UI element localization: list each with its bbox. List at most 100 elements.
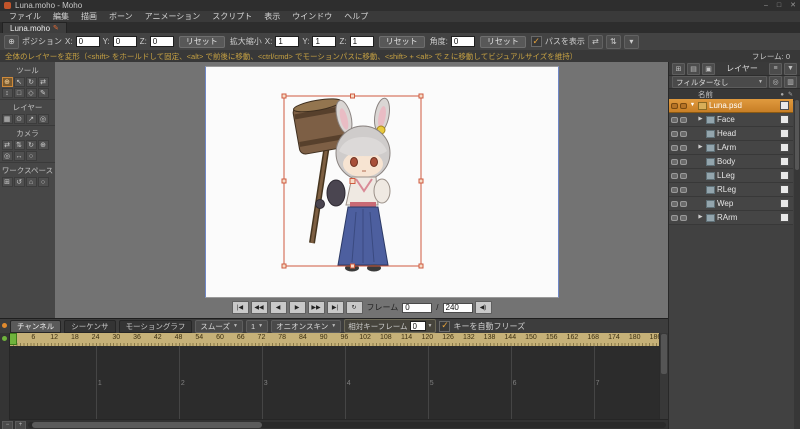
layer-row-wep[interactable]: Wep xyxy=(669,197,793,211)
tab-motion-graph[interactable]: モーショングラフ xyxy=(118,319,193,333)
canvas-area[interactable]: |◀ ◀◀ ◀ ▶ ▶▶ ▶| ↻ フレーム / ◀) xyxy=(55,62,668,318)
tool-button[interactable]: ✎ xyxy=(37,88,49,98)
layer-row-rarm[interactable]: ▶ RArm xyxy=(669,211,793,225)
layer-animation-toggle[interactable] xyxy=(680,214,687,221)
reset-scale-button[interactable]: リセット xyxy=(378,35,425,48)
tool-button[interactable]: ⊕ xyxy=(1,77,13,87)
tool-button[interactable]: ⇅ xyxy=(13,140,25,150)
layer-checkbox[interactable] xyxy=(780,143,789,152)
position-y-input[interactable] xyxy=(112,36,137,47)
new-layer-button[interactable]: ⊞ xyxy=(672,62,685,75)
tool-button[interactable]: ↖ xyxy=(13,77,25,87)
layer-filter-dropdown[interactable]: フィルターなし ▼ xyxy=(672,76,767,88)
layer-animation-toggle[interactable] xyxy=(680,172,687,179)
layer-animation-toggle[interactable] xyxy=(680,186,687,193)
current-frame-input[interactable] xyxy=(402,302,433,313)
scrollbar-handle[interactable] xyxy=(795,100,799,170)
next-keyframe-button[interactable]: ▶| xyxy=(326,301,344,314)
layer-checkbox[interactable] xyxy=(780,199,789,208)
tool-button[interactable]: ↻ xyxy=(25,140,37,150)
menu-item[interactable]: 編集 xyxy=(47,11,75,22)
menu-item[interactable]: 描画 xyxy=(75,11,103,22)
menu-item[interactable]: ファイル xyxy=(3,11,47,22)
tool-button[interactable]: ◎ xyxy=(1,151,13,161)
autofreeze-checkbox[interactable]: ✓ xyxy=(439,320,451,332)
tool-button[interactable]: ⊙ xyxy=(13,114,25,124)
layer-visibility-toggle[interactable] xyxy=(671,158,678,165)
go-to-start-button[interactable]: |◀ xyxy=(231,301,249,314)
current-frame-marker[interactable] xyxy=(9,333,17,345)
layer-expand-arrow[interactable]: ▶ xyxy=(697,214,704,221)
timeline-ruler[interactable]: 6 12 18 24 30 36 42 48 54 60 66 72 78 84 90 96 102 108 114… xyxy=(0,333,660,347)
step-forward-button[interactable]: ▶▶ xyxy=(307,301,325,314)
onion-skin-dropdown[interactable]: オニオンスキン ▼ xyxy=(271,319,342,333)
panel-menu-button[interactable]: ≡ xyxy=(769,62,782,75)
tab-sequencer[interactable]: シーケンサ xyxy=(64,319,116,333)
layer-animation-toggle[interactable] xyxy=(680,102,687,109)
step-back-button[interactable]: ◀ xyxy=(269,301,287,314)
layer-expand-arrow[interactable]: ▶ xyxy=(697,144,704,151)
tool-button[interactable]: ⇄ xyxy=(1,140,13,150)
position-z-input[interactable] xyxy=(149,36,174,47)
layer-visibility-toggle[interactable] xyxy=(671,186,678,193)
reset-angle-button[interactable]: リセット xyxy=(479,35,526,48)
maximize-button[interactable]: □ xyxy=(777,2,781,9)
menu-item[interactable]: ヘルプ xyxy=(338,11,374,22)
new-group-button[interactable]: ▤ xyxy=(687,62,700,75)
options-menu-button[interactable]: ▾ xyxy=(623,34,639,49)
layer-visibility-toggle[interactable] xyxy=(671,214,678,221)
tool-button[interactable]: ⊕ xyxy=(37,140,49,150)
tool-button[interactable]: ↔ xyxy=(13,151,25,161)
scale-z-input[interactable] xyxy=(349,36,374,47)
layer-checkbox[interactable] xyxy=(780,213,789,222)
scrollbar-handle[interactable] xyxy=(32,422,262,428)
tool-button[interactable]: ↕ xyxy=(1,88,13,98)
reset-position-button[interactable]: リセット xyxy=(178,35,225,48)
tool-button[interactable]: ⇄ xyxy=(37,77,49,87)
minimize-button[interactable]: – xyxy=(764,2,768,9)
tool-button[interactable]: ◇ xyxy=(25,88,37,98)
layer-animation-toggle[interactable] xyxy=(680,158,687,165)
layer-row-lleg[interactable]: LLeg xyxy=(669,169,793,183)
keyframe-color-swatch[interactable] xyxy=(2,323,7,328)
menu-item[interactable]: 表示 xyxy=(258,11,286,22)
layer-checkbox[interactable] xyxy=(780,101,789,110)
menu-item[interactable]: アニメーション xyxy=(139,11,207,22)
scale-x-input[interactable] xyxy=(275,36,300,47)
tool-button[interactable]: ◎ xyxy=(37,114,49,124)
layer-visibility-toggle[interactable] xyxy=(671,116,678,123)
panel-collapse-button[interactable]: ▼ xyxy=(784,62,797,75)
close-button[interactable]: ✕ xyxy=(790,2,796,9)
prev-keyframe-button[interactable]: ◀◀ xyxy=(250,301,268,314)
show-path-checkbox[interactable]: ✓ xyxy=(530,36,542,47)
menu-item[interactable]: ウインドウ xyxy=(286,11,338,22)
play-button[interactable]: ▶ xyxy=(288,301,306,314)
document-page[interactable] xyxy=(205,66,559,298)
scrollbar-track[interactable] xyxy=(28,422,666,428)
layer-row-luna-psd[interactable]: ▼ Luna.psd xyxy=(669,99,793,113)
layer-animation-toggle[interactable] xyxy=(680,144,687,151)
layer-row-rleg[interactable]: RLeg xyxy=(669,183,793,197)
angle-input[interactable] xyxy=(450,36,475,47)
document-tab[interactable]: Luna.moho ✎ xyxy=(2,22,67,33)
timeline-vertical-scrollbar[interactable] xyxy=(659,333,668,420)
interpolation-dropdown[interactable]: スムーズ ▼ xyxy=(195,319,243,333)
layer-visibility-toggle[interactable] xyxy=(671,102,678,109)
layer-row-body[interactable]: Body xyxy=(669,155,793,169)
layers-scrollbar[interactable] xyxy=(794,99,800,429)
end-frame-input[interactable] xyxy=(442,302,473,313)
timeline-zoom-dropdown[interactable]: 1 ▼ xyxy=(246,319,269,333)
zoom-out-button[interactable]: − xyxy=(2,420,13,429)
layer-row-larm[interactable]: ▶ LArm xyxy=(669,141,793,155)
timeline-channels[interactable]: 1 2 3 4 5 6 7 xyxy=(0,346,660,420)
layer-animation-toggle[interactable] xyxy=(680,130,687,137)
tool-button[interactable]: ○ xyxy=(25,151,37,161)
layer-checkbox[interactable] xyxy=(780,129,789,138)
audio-mute-button[interactable]: ◀) xyxy=(474,301,492,314)
layer-animation-toggle[interactable] xyxy=(680,200,687,207)
tool-button[interactable]: ↺ xyxy=(13,177,25,187)
tool-button[interactable]: □ xyxy=(13,88,25,98)
layer-visibility-toggle[interactable] xyxy=(671,172,678,179)
layer-visibility-toggle[interactable] xyxy=(671,200,678,207)
tab-channels[interactable]: チャンネル xyxy=(10,319,62,333)
